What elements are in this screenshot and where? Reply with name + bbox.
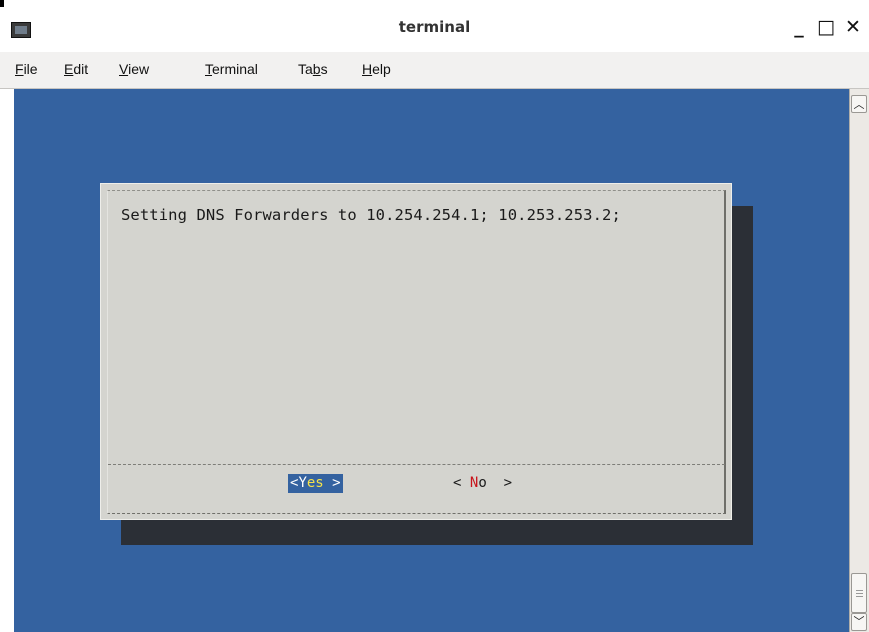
minimize-icon[interactable]: _ bbox=[788, 14, 810, 40]
dns-forwarders-dialog: Setting DNS Forwarders to 10.254.254.1; … bbox=[100, 183, 732, 520]
yes-button[interactable]: <Yes > bbox=[288, 474, 343, 493]
window-titlebar[interactable]: terminal _ □ ✕ bbox=[0, 0, 869, 53]
menu-terminal[interactable]: Terminal bbox=[205, 61, 258, 77]
chevron-up-icon[interactable]: ︿ bbox=[851, 95, 867, 113]
chevron-down-icon[interactable]: ﹀ bbox=[851, 613, 867, 631]
close-icon[interactable]: ✕ bbox=[842, 14, 864, 40]
maximize-icon[interactable]: □ bbox=[815, 14, 837, 40]
menu-view[interactable]: View bbox=[119, 61, 149, 77]
window-title: terminal bbox=[398, 18, 471, 36]
menu-bar: File Edit View Terminal Tabs Help bbox=[0, 52, 869, 89]
dialog-separator bbox=[108, 464, 725, 465]
menu-tabs[interactable]: Tabs bbox=[298, 61, 328, 77]
menu-file[interactable]: File bbox=[15, 61, 38, 77]
no-button[interactable]: < No > bbox=[453, 474, 512, 493]
dialog-frame bbox=[107, 190, 726, 514]
terminal-screen[interactable]: Setting DNS Forwarders to 10.254.254.1; … bbox=[14, 89, 849, 632]
terminal-scrollbar[interactable]: ︿ ﹀ bbox=[849, 89, 869, 632]
dialog-message: Setting DNS Forwarders to 10.254.254.1; … bbox=[121, 206, 621, 224]
scrollbar-thumb[interactable] bbox=[851, 573, 867, 613]
menu-help[interactable]: Help bbox=[362, 61, 391, 77]
menu-edit[interactable]: Edit bbox=[64, 61, 88, 77]
window-corner-mark bbox=[0, 0, 4, 7]
